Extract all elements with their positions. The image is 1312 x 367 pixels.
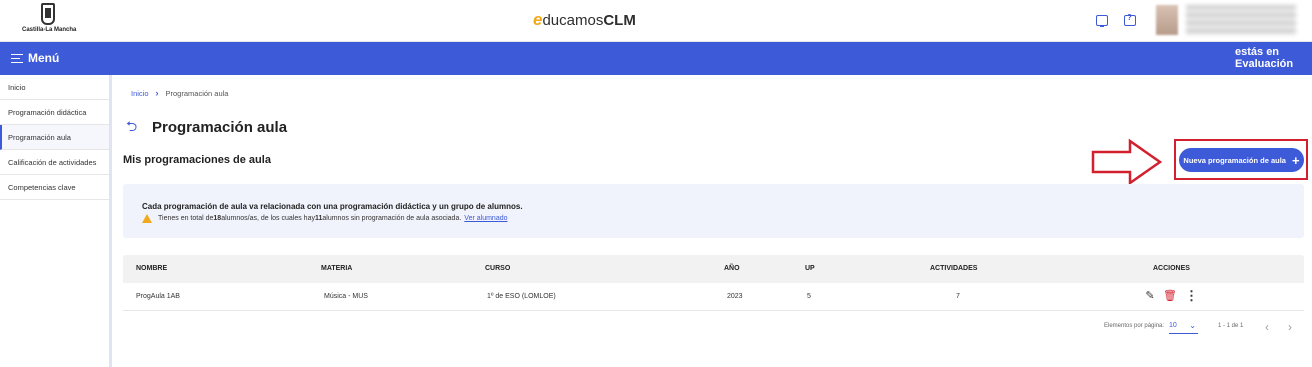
next-page-icon[interactable]: › [1288,320,1292,334]
menu-icon [11,53,23,63]
chevron-down-icon: ⌄ [1189,321,1196,330]
info-title: Cada programación de aula va relacionada… [142,202,523,211]
pager-range: 1 - 1 de 1 [1218,323,1244,329]
column-header-actividades[interactable]: ACTIVIDADES [930,265,977,272]
sidebar-item-calificacion-actividades[interactable]: Calificación de actividades [0,150,109,175]
info-text-3: alumnos sin programación de aula asociad… [322,215,462,222]
plus-icon: + [1291,152,1300,168]
breadcrumb-current: Programación aula [165,89,229,98]
sidebar-item-inicio[interactable]: Inicio [0,75,109,100]
context-indicator: estás en Evaluación [1235,46,1293,70]
cell-anio: 2023 [727,293,743,300]
previous-page-icon[interactable]: ‹ [1265,320,1269,334]
jccm-logo-text: Castilla-La Mancha [22,27,77,33]
sidebar: Inicio Programación didáctica Programaci… [0,75,112,367]
crest-icon [41,3,55,25]
total-students: 18 [213,215,222,222]
educamos-clm-logo[interactable]: educamosCLM [533,10,636,30]
help-chat-icon[interactable] [1124,13,1136,26]
sidebar-item-programacion-aula[interactable]: Programación aula [0,125,109,150]
page-size-select[interactable]: 10 ⌄ [1169,321,1198,334]
breadcrumb-home-link[interactable]: Inicio [131,89,149,98]
students-without-program: 11 [314,215,323,222]
breadcrumb: Inicio › Programación aula [131,88,228,98]
info-line: Tienes en total de 18 alumnos/as, de los… [142,214,508,223]
column-header-curso[interactable]: CURSO [485,265,510,272]
sidebar-item-programacion-didactica[interactable]: Programación didáctica [0,100,109,125]
avatar[interactable] [1156,5,1178,35]
chevron-right-icon: › [155,88,159,98]
column-header-up[interactable]: UP [805,265,815,272]
more-options-icon[interactable]: ⋮ [1185,289,1198,302]
context-line2: Evaluación [1235,58,1294,70]
ver-alumnado-link[interactable]: Ver alumnado [464,215,507,222]
page-title: Programación aula [152,119,288,136]
monitor-icon[interactable] [1096,15,1108,27]
column-header-acciones: ACCIONES [1153,265,1190,272]
menu-button[interactable]: Menú [11,51,59,65]
section-title: Mis programaciones de aula [123,154,271,166]
annotation-arrow-icon [1091,138,1163,186]
context-line1: estás en [1235,46,1280,58]
cell-actividades: 7 [956,293,960,300]
delete-icon[interactable]: 🗑 [1163,290,1177,302]
cell-curso: 1º de ESO (LOMLOE) [487,293,556,300]
back-arrow-icon[interactable]: ⮌ [126,119,140,133]
menu-bar: Menú estás en Evaluación [0,42,1312,75]
edit-icon[interactable]: ✎ [1144,290,1156,302]
info-box: Cada programación de aula va relacionada… [123,184,1304,238]
menu-label: Menú [28,51,60,65]
pager-label: Elementos por página: [1104,323,1165,329]
table-row[interactable]: ProgAula 1AB Música - MUS 1º de ESO (LOM… [123,283,1304,311]
column-header-anio[interactable]: AÑO [724,265,740,272]
cell-up: 5 [807,293,811,300]
brand-clm: CLM [603,12,636,29]
top-header: Castilla-La Mancha educamosCLM [0,0,1312,42]
sidebar-item-competencias-clave[interactable]: Competencias clave [0,175,109,200]
page-size-value: 10 [1169,322,1177,329]
info-text-1: Tienes en total de [158,215,214,222]
new-programacion-aula-button[interactable]: Nueva programación de aula + [1179,148,1304,172]
column-header-nombre[interactable]: NOMBRE [136,265,167,272]
user-info-blurred[interactable] [1186,5,1296,35]
jccm-logo[interactable]: Castilla-La Mancha [22,3,77,39]
cell-nombre: ProgAula 1AB [136,293,180,300]
column-header-materia[interactable]: MATERIA [321,265,352,272]
programaciones-table: NOMBRE MATERIA CURSO AÑO UP ACTIVIDADES … [123,255,1304,311]
info-text-2: alumnos/as, de los cuales hay [221,215,315,222]
table-header: NOMBRE MATERIA CURSO AÑO UP ACTIVIDADES … [123,255,1304,283]
brand-ducamos: ducamos [542,12,604,29]
warning-icon [142,214,152,223]
new-button-label: Nueva programación de aula [1183,155,1286,165]
cell-materia: Música - MUS [324,293,368,300]
